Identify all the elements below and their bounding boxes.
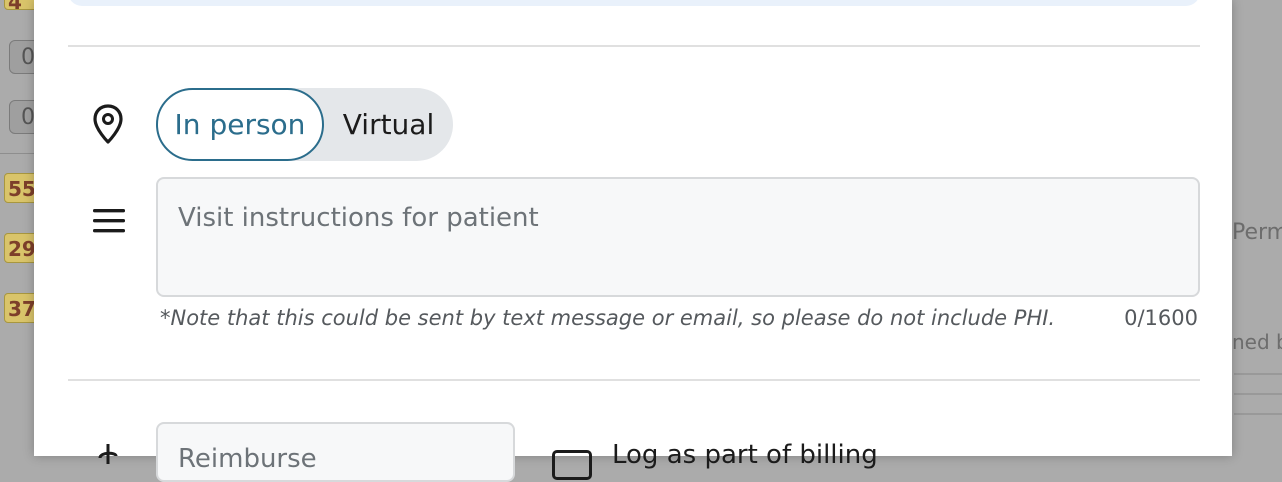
background-divider	[1234, 413, 1282, 415]
map-pin-icon	[92, 104, 124, 148]
billing-checkbox-label: Log as part of billing	[612, 440, 878, 470]
billing-checkbox[interactable]	[552, 450, 592, 480]
dollar-icon	[96, 444, 120, 468]
virtual-option[interactable]: Virtual	[324, 88, 453, 161]
phi-warning-note: *Note that this could be sent by text me…	[160, 306, 1056, 330]
background-page-left: 4 0 0 55 29 37	[0, 0, 49, 456]
background-badge: 29	[4, 233, 38, 263]
section-divider	[68, 45, 1200, 47]
background-badge: 37	[4, 293, 38, 323]
background-divider	[0, 153, 34, 154]
character-counter: 0/1600	[1124, 306, 1198, 330]
background-divider	[1234, 393, 1282, 395]
background-text: ned b	[1232, 330, 1282, 354]
background-badge: 55	[4, 173, 38, 203]
appointment-modal: In person Virtual *Note that this could …	[34, 0, 1232, 482]
in-person-option[interactable]: In person	[156, 88, 324, 161]
background-divider	[1234, 373, 1282, 375]
visit-instructions-input[interactable]	[156, 177, 1200, 297]
reimbursement-placeholder: Reimburse	[178, 444, 317, 474]
background-badge: 4	[4, 0, 38, 14]
reimbursement-input[interactable]: Reimburse	[156, 422, 515, 482]
visit-type-toggle: In person Virtual	[156, 88, 453, 161]
background-text: Perm	[1232, 220, 1282, 245]
background-page-right: Perm ned b	[1232, 0, 1282, 456]
menu-lines-icon	[92, 207, 126, 239]
section-divider	[68, 379, 1200, 381]
info-banner	[68, 0, 1200, 6]
